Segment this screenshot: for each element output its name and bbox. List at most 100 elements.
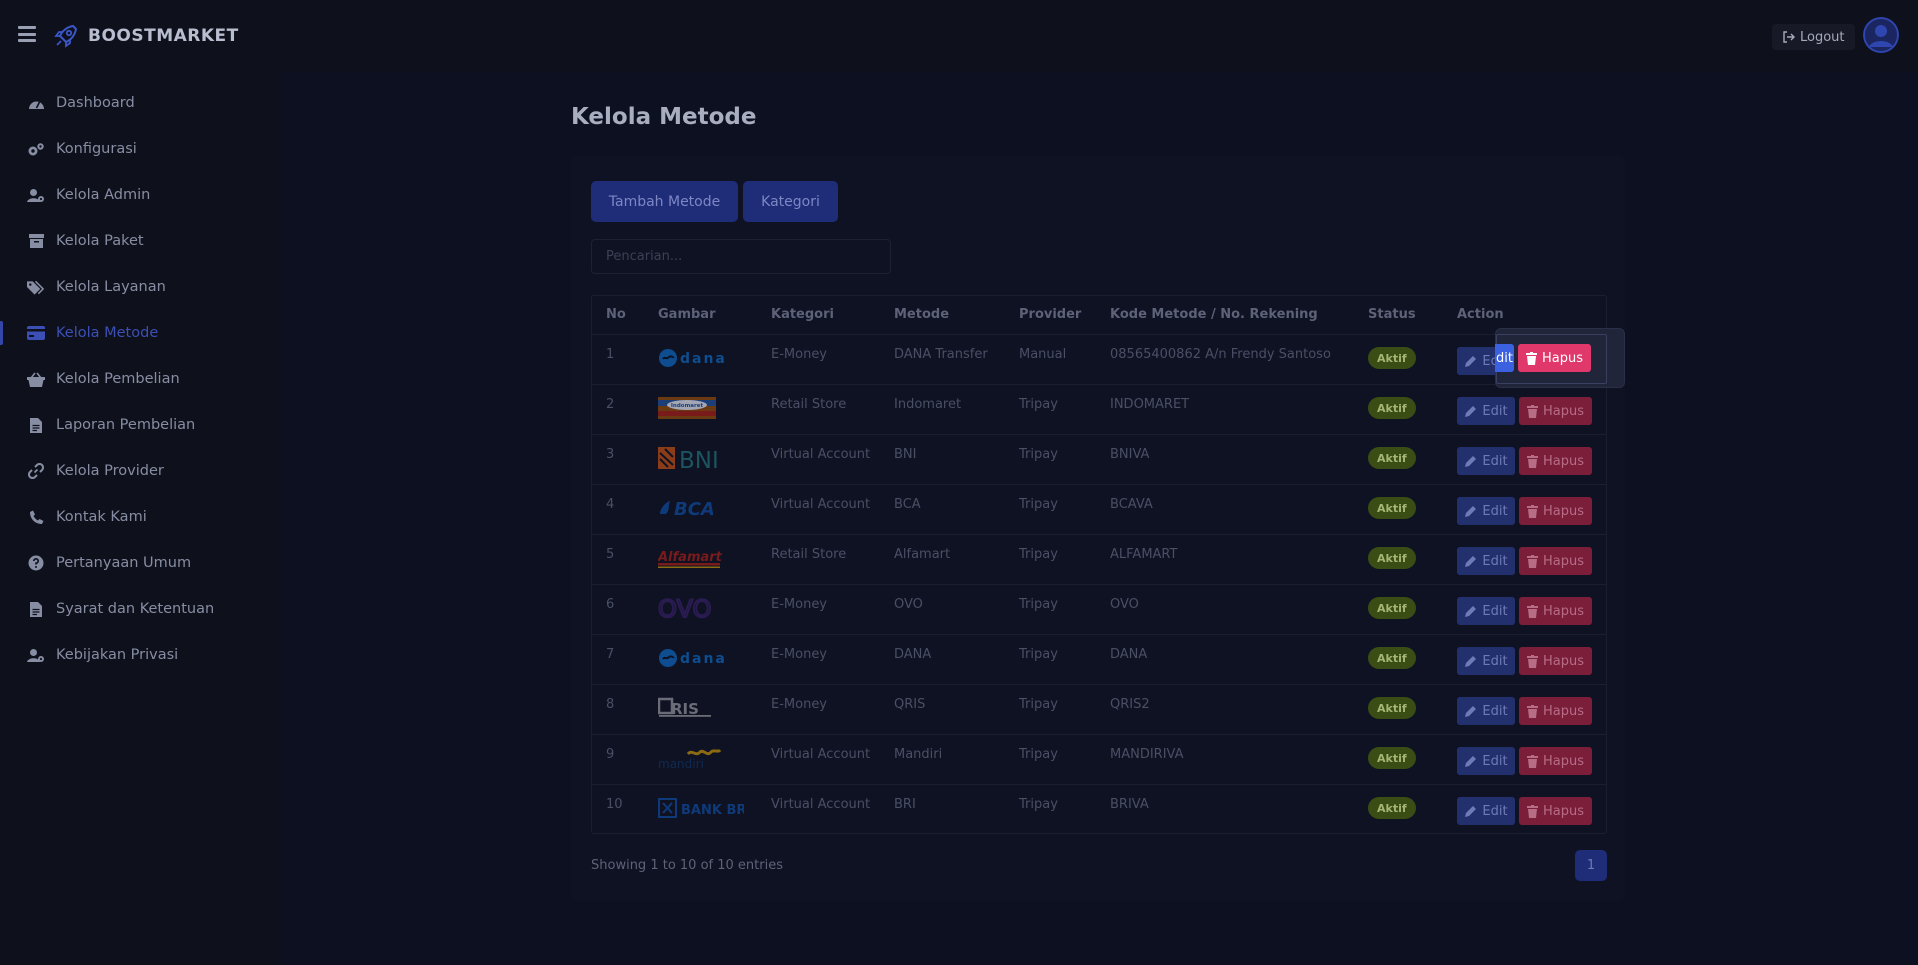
sidebar-item-pertanyaan-umum[interactable]: Pertanyaan Umum [0,543,280,583]
delete-label: Hapus [1542,603,1584,619]
edit-button[interactable]: Edit [1457,447,1515,475]
delete-button[interactable]: Hapus [1519,447,1592,475]
cell-metode: Mandiri [894,747,943,762]
status-badge: Aktif [1368,647,1416,669]
table-info: Showing 1 to 10 of 10 entries [591,858,783,873]
svg-text:BCA: BCA [674,499,715,519]
cell-kode: BCAVA [1110,497,1153,512]
sidebar-item-dashboard[interactable]: Dashboard [0,83,280,123]
table-header: No Gambar Kategori Metode Provider Kode … [592,296,1606,335]
cell-no: 8 [606,697,615,712]
svg-text:mandiri: mandiri [658,757,704,770]
brand[interactable]: BOOSTMARKET [52,22,239,50]
sidebar-item-laporan-pembelian[interactable]: Laporan Pembelian [0,405,280,445]
cell-provider: Tripay [1019,597,1058,612]
status-badge: Aktif [1368,747,1416,769]
column-header-action: Action [1457,307,1504,322]
trash-icon [1525,351,1537,365]
cell-metode: BCA [894,497,921,512]
cell-kode: ALFAMART [1110,547,1178,562]
table-row: 8 E-Money QRIS Tripay QRIS2 RIS Aktif Edit Hapus [592,685,1606,735]
table-row: 9 Virtual Account Mandiri Tripay MANDIRIVA ma… [592,735,1606,785]
delete-button[interactable]: Hapus [1519,397,1592,425]
payment-logo-ovo: OVO [658,595,728,621]
sidebar-item-syarat-dan-ketentuan[interactable]: Syarat dan Ketentuan [0,589,280,629]
payment-logo-indomaret: Indomaret [658,395,716,421]
file-icon [27,416,45,434]
edit-button[interactable]: Edit [1457,797,1515,825]
status-badge: Aktif [1368,597,1416,619]
svg-text:BANK BRI: BANK BRI [681,803,744,818]
cell-no: 7 [606,647,615,662]
sidebar-item-kontak-kami[interactable]: Kontak Kami [0,497,280,537]
highlight-edit-button[interactable]: dit [1495,344,1514,372]
column-header-no[interactable]: No [606,307,626,322]
svg-text:Indomaret: Indomaret [671,403,704,409]
cell-kode: OVO [1110,597,1139,612]
sidebar-item-kelola-metode[interactable]: Kelola Metode [0,313,280,353]
column-header-metode[interactable]: Metode [894,307,949,322]
cell-no: 10 [606,797,623,812]
delete-label: Hapus [1542,453,1584,469]
column-header-provider[interactable]: Provider [1019,307,1081,322]
sidebar-item-label: Konfigurasi [56,141,137,157]
logout-button[interactable]: Logout [1772,24,1855,50]
status-badge: Aktif [1368,547,1416,569]
edit-button[interactable]: Edit [1457,547,1515,575]
menu-toggle-icon[interactable] [18,26,36,42]
category-button[interactable]: Kategori [743,181,838,222]
edit-label: Edit [1482,453,1508,469]
cell-no: 4 [606,497,615,512]
sidebar-item-kebijakan-privasi[interactable]: Kebijakan Privasi [0,635,280,675]
pagination-page-1[interactable]: 1 [1575,850,1607,881]
delete-label: Hapus [1542,503,1584,519]
sidebar-item-kelola-admin[interactable]: Kelola Admin [0,175,280,215]
cell-no: 6 [606,597,615,612]
status-badge: Aktif [1368,347,1416,369]
column-header-gambar[interactable]: Gambar [658,307,715,322]
column-header-status[interactable]: Status [1368,307,1416,322]
delete-label: Hapus [1542,653,1584,669]
sidebar-item-konfigurasi[interactable]: Konfigurasi [0,129,280,169]
cell-kode: DANA [1110,647,1148,662]
highlight-delete-button[interactable]: Hapus [1518,344,1591,372]
status-badge: Aktif [1368,497,1416,519]
highlight-edit-label: dit [1496,350,1513,366]
question-icon [27,554,45,572]
sidebar-item-kelola-layanan[interactable]: Kelola Layanan [0,267,280,307]
cell-provider: Tripay [1019,747,1058,762]
pencil-icon [1464,605,1477,618]
delete-label: Hapus [1542,553,1584,569]
delete-button[interactable]: Hapus [1519,697,1592,725]
sidebar-item-kelola-provider[interactable]: Kelola Provider [0,451,280,491]
edit-button[interactable]: Edit [1457,597,1515,625]
delete-button[interactable]: Hapus [1519,747,1592,775]
edit-button[interactable]: Edit [1457,697,1515,725]
pencil-icon [1464,355,1477,368]
trash-icon [1526,804,1538,818]
column-header-kode[interactable]: Kode Metode / No. Rekening [1110,307,1318,322]
edit-button[interactable]: Edit [1457,497,1515,525]
delete-button[interactable]: Hapus [1519,497,1592,525]
delete-button[interactable]: Hapus [1519,647,1592,675]
delete-button[interactable]: Hapus [1519,547,1592,575]
edit-label: Edit [1482,703,1508,719]
table-row: 7 E-Money DANA Tripay DANA dana Aktif Edit Hapus [592,635,1606,685]
pencil-icon [1464,705,1477,718]
svg-text:dana: dana [680,651,727,667]
sidebar-item-kelola-pembelian[interactable]: Kelola Pembelian [0,359,280,399]
column-header-kategori[interactable]: Kategori [771,307,834,322]
table-row: 6 E-Money OVO Tripay OVO OVO Aktif Edit Hapus [592,585,1606,635]
edit-button[interactable]: Edit [1457,647,1515,675]
search-input[interactable] [591,239,891,274]
delete-button[interactable]: Hapus [1519,597,1592,625]
edit-button[interactable]: Edit [1457,747,1515,775]
add-method-button[interactable]: Tambah Metode [591,181,738,222]
sidebar-item-kelola-paket[interactable]: Kelola Paket [0,221,280,261]
delete-button[interactable]: Hapus [1519,797,1592,825]
user-avatar-icon [1863,17,1899,53]
cell-kode: BNIVA [1110,447,1150,462]
edit-button[interactable]: Edit [1457,397,1515,425]
avatar[interactable] [1863,17,1899,53]
pencil-icon [1464,455,1477,468]
